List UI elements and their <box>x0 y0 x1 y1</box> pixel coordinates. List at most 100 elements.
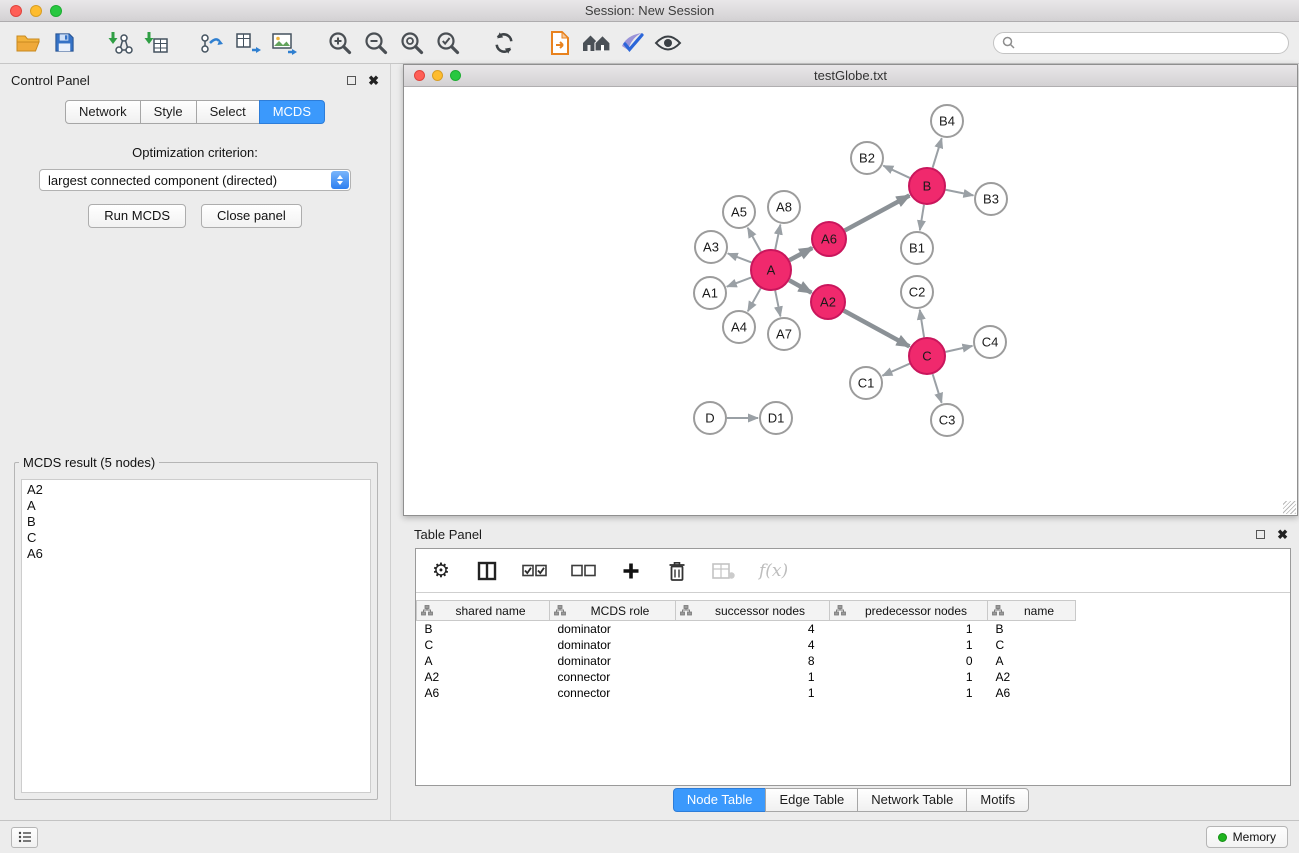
graph-edge-B-B1[interactable] <box>920 205 924 230</box>
graph-node-B3[interactable]: B3 <box>975 183 1007 215</box>
graph-edge-A2-C[interactable] <box>844 311 910 347</box>
graph-edge-A-A7[interactable] <box>775 291 780 317</box>
graph-node-C[interactable]: C <box>909 338 945 374</box>
graph-edge-A-A6[interactable] <box>790 248 813 260</box>
network-window-titlebar[interactable]: testGlobe.txt <box>404 65 1297 87</box>
import-table-button[interactable] <box>138 26 174 60</box>
graph-node-A6[interactable]: A6 <box>812 222 846 256</box>
zoom-window-button[interactable] <box>50 5 62 17</box>
network-close-button[interactable] <box>414 70 425 81</box>
show-hide-button[interactable] <box>650 26 686 60</box>
mcds-result-item[interactable]: A <box>27 498 365 514</box>
graph-node-D[interactable]: D <box>694 402 726 434</box>
graph-edge-C-C3[interactable] <box>933 374 942 403</box>
tab-node-table[interactable]: Node Table <box>673 788 767 812</box>
select-filter-button[interactable] <box>614 26 650 60</box>
graph-node-C1[interactable]: C1 <box>850 367 882 399</box>
network-minimize-button[interactable] <box>432 70 443 81</box>
function-builder-button[interactable]: f(x) <box>759 556 788 586</box>
tab-select[interactable]: Select <box>196 100 260 124</box>
tab-network-table[interactable]: Network Table <box>857 788 967 812</box>
column-header-predecessor-nodes[interactable]: predecessor nodes <box>830 601 988 621</box>
mcds-result-item[interactable]: A2 <box>27 482 365 498</box>
network-zoom-button[interactable] <box>450 70 461 81</box>
graph-edge-B-B4[interactable] <box>933 138 942 168</box>
show-columns-button[interactable] <box>476 556 498 586</box>
add-column-button[interactable] <box>620 556 642 586</box>
minimize-window-button[interactable] <box>30 5 42 17</box>
mcds-result-list[interactable]: A2ABCA6 <box>21 479 371 793</box>
close-panel-button[interactable]: Close panel <box>201 204 302 228</box>
session-search-box[interactable] <box>993 32 1289 54</box>
delete-column-button[interactable] <box>666 556 688 586</box>
graph-node-B4[interactable]: B4 <box>931 105 963 137</box>
graph-edge-C-C2[interactable] <box>920 310 924 337</box>
deselect-all-button[interactable] <box>571 556 596 586</box>
export-table-button[interactable] <box>230 26 266 60</box>
graph-edge-C-C1[interactable] <box>882 364 909 376</box>
table-row[interactable]: Cdominator41C <box>417 637 1291 653</box>
graph-node-D1[interactable]: D1 <box>760 402 792 434</box>
run-mcds-button[interactable]: Run MCDS <box>88 204 186 228</box>
graph-edge-A-A4[interactable] <box>748 288 761 311</box>
graph-node-A5[interactable]: A5 <box>723 196 755 228</box>
graph-edge-B-B3[interactable] <box>946 190 974 196</box>
table-row[interactable]: A6connector11A6 <box>417 685 1291 701</box>
graph-edge-C-C4[interactable] <box>946 346 973 352</box>
graph-edge-A-A2[interactable] <box>789 280 811 292</box>
column-header-shared-name[interactable]: shared name <box>417 601 550 621</box>
refresh-layout-button[interactable] <box>486 26 522 60</box>
graph-edge-B-B2[interactable] <box>883 166 909 178</box>
graph-node-A4[interactable]: A4 <box>723 311 755 343</box>
table-row[interactable]: A2connector11A2 <box>417 669 1291 685</box>
mcds-result-item[interactable]: B <box>27 514 365 530</box>
zoom-selected-button[interactable] <box>430 26 466 60</box>
import-network-button[interactable] <box>102 26 138 60</box>
export-network-button[interactable] <box>194 26 230 60</box>
column-header-successor-nodes[interactable]: successor nodes <box>676 601 830 621</box>
close-panel-icon[interactable]: ✖ <box>368 74 379 87</box>
network-graph[interactable]: AA2A6BCA1A3A4A5A7A8B1B2B3B4C1C2C3C4DD1 <box>404 87 1297 515</box>
task-history-button[interactable] <box>11 827 38 848</box>
column-header-name[interactable]: name <box>988 601 1076 621</box>
float-panel-icon[interactable] <box>347 76 356 85</box>
graph-edge-A-A3[interactable] <box>728 253 752 262</box>
tab-style[interactable]: Style <box>140 100 197 124</box>
mcds-result-item[interactable]: A6 <box>27 546 365 562</box>
zoom-out-button[interactable] <box>358 26 394 60</box>
create-network-from-selection-button[interactable] <box>578 26 614 60</box>
close-window-button[interactable] <box>10 5 22 17</box>
delete-table-button[interactable] <box>712 556 735 586</box>
graph-node-A3[interactable]: A3 <box>695 231 727 263</box>
optimization-dropdown[interactable]: largest connected component (directed) <box>39 169 351 191</box>
memory-button[interactable]: Memory <box>1206 826 1288 848</box>
graph-edge-A6-B[interactable] <box>845 196 910 231</box>
table-row[interactable]: Adominator80A <box>417 653 1291 669</box>
graph-node-A2[interactable]: A2 <box>811 285 845 319</box>
first-neighbors-button[interactable] <box>542 26 578 60</box>
tab-motifs[interactable]: Motifs <box>966 788 1029 812</box>
graph-node-C2[interactable]: C2 <box>901 276 933 308</box>
graph-node-B1[interactable]: B1 <box>901 232 933 264</box>
graph-node-C4[interactable]: C4 <box>974 326 1006 358</box>
mcds-result-item[interactable]: C <box>27 530 365 546</box>
tab-network[interactable]: Network <box>65 100 141 124</box>
float-table-panel-icon[interactable] <box>1256 530 1265 539</box>
open-session-button[interactable] <box>10 26 46 60</box>
graph-node-A1[interactable]: A1 <box>694 277 726 309</box>
table-settings-button[interactable]: ⚙ <box>430 556 452 586</box>
table-row[interactable]: Bdominator41B <box>417 621 1291 637</box>
search-input[interactable] <box>1020 36 1280 50</box>
zoom-fit-button[interactable] <box>394 26 430 60</box>
tab-mcds[interactable]: MCDS <box>259 100 325 124</box>
zoom-in-button[interactable] <box>322 26 358 60</box>
resize-grip[interactable] <box>1283 501 1296 514</box>
export-image-button[interactable] <box>266 26 302 60</box>
graph-node-A8[interactable]: A8 <box>768 191 800 223</box>
network-canvas[interactable]: AA2A6BCA1A3A4A5A7A8B1B2B3B4C1C2C3C4DD1 <box>404 87 1297 515</box>
graph-node-A[interactable]: A <box>751 250 791 290</box>
graph-node-C3[interactable]: C3 <box>931 404 963 436</box>
graph-node-B2[interactable]: B2 <box>851 142 883 174</box>
select-all-button[interactable] <box>522 556 547 586</box>
graph-node-B[interactable]: B <box>909 168 945 204</box>
